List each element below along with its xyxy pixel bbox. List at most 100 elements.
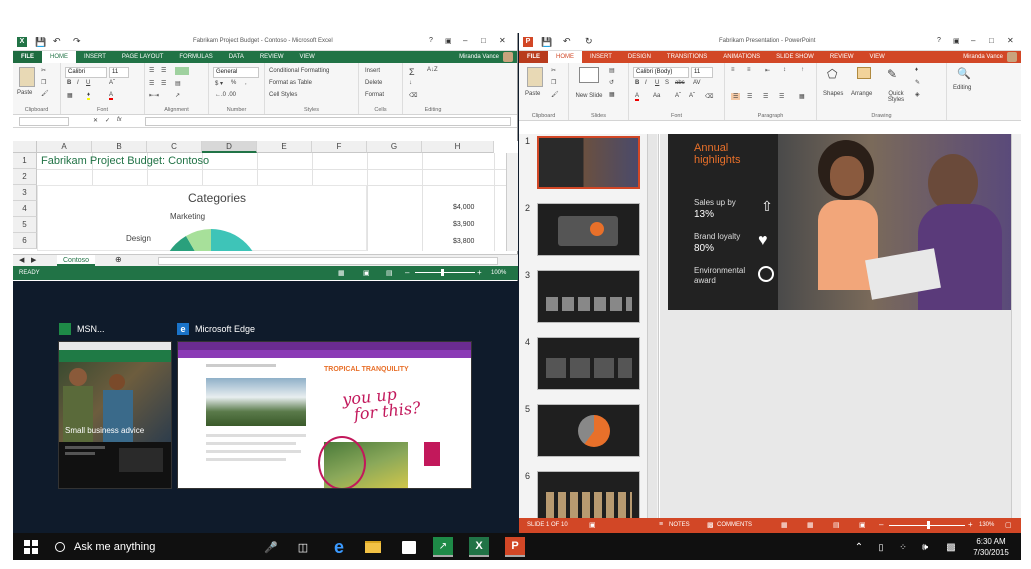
align-right-icon[interactable]: ☰ [763, 93, 768, 100]
cell-h-value[interactable]: $3,800 [453, 238, 474, 245]
pie-chart[interactable] [156, 224, 266, 251]
zoom-slider-thumb[interactable] [441, 269, 444, 276]
indent-icon[interactable]: ⇤ [765, 67, 770, 74]
file-explorer-icon[interactable] [363, 537, 383, 557]
tab-animations[interactable]: ANIMATIONS [715, 51, 768, 63]
save-icon[interactable]: 💾 [541, 37, 552, 48]
horizontal-scrollbar[interactable] [158, 257, 498, 265]
font-name-select[interactable]: Calibri [65, 67, 107, 78]
column-header[interactable]: F [312, 141, 367, 153]
format-cells-button[interactable]: Format [365, 92, 384, 98]
wifi-icon[interactable]: ⁘ [893, 537, 913, 557]
msn-window-label[interactable]: MSN... [59, 323, 105, 335]
font-name-select[interactable]: Calibri (Body) [633, 67, 689, 78]
row-header[interactable]: 4 [13, 201, 37, 217]
conditional-formatting-button[interactable]: Conditional Formatting [269, 68, 329, 74]
minimize-button[interactable]: – [463, 36, 467, 45]
format-painter-icon[interactable]: 🖌 [551, 91, 559, 98]
quick-styles-icon[interactable]: ✎ [887, 67, 897, 81]
sheet-nav-right-icon[interactable]: ▶ [31, 256, 36, 264]
paste-icon[interactable] [19, 67, 35, 87]
tab-formulas[interactable]: FORMULAS [171, 51, 220, 63]
embedded-chart[interactable]: Categories Marketing Design [37, 185, 367, 251]
align-top-icon[interactable]: ☰ [149, 67, 154, 74]
column-header[interactable]: E [257, 141, 312, 153]
find-icon[interactable]: 🔍 [957, 67, 971, 80]
text-direction-icon[interactable]: ↑ [801, 67, 804, 73]
main-slide[interactable]: Annual highlights Sales up by 13% ⇧ Bran… [668, 134, 1011, 310]
columns-icon[interactable]: ▦ [799, 93, 805, 100]
layout-icon[interactable]: ▤ [609, 67, 615, 74]
percent-icon[interactable]: % [231, 80, 236, 86]
decimal-icon[interactable]: ←.0 .00 [215, 92, 236, 98]
select-all-corner[interactable] [13, 141, 37, 153]
vertical-scrollbar[interactable] [506, 153, 518, 251]
bold-icon[interactable]: B [67, 80, 71, 86]
slide-scrollbar[interactable] [1011, 134, 1021, 518]
ribbon-display-icon[interactable]: ▣ [445, 37, 452, 45]
cell-a1-title[interactable]: Fabrikam Project Budget: Contoso [41, 155, 209, 167]
numbering-icon[interactable]: ≡ [747, 67, 751, 73]
close-button[interactable]: ✕ [499, 36, 506, 45]
fill-icon[interactable]: ↓ [409, 80, 412, 86]
align-center-icon[interactable]: ☰ [747, 93, 752, 100]
tab-data[interactable]: DATA [221, 51, 252, 63]
font-color-icon[interactable]: A [109, 92, 114, 100]
strikethrough-icon[interactable]: abc [675, 80, 685, 86]
reset-icon[interactable]: ↺ [609, 79, 614, 86]
user-avatar[interactable] [503, 52, 513, 62]
italic-icon[interactable]: I [645, 80, 647, 86]
maximize-button[interactable]: □ [989, 36, 994, 45]
task-view-icon[interactable]: ◫ [293, 537, 313, 557]
normal-view-icon[interactable]: ▦ [338, 269, 345, 277]
align-middle-icon[interactable]: ☰ [161, 67, 166, 74]
tab-slide-show[interactable]: SLIDE SHOW [768, 51, 822, 63]
stat1-label[interactable]: Sales up by [694, 198, 736, 207]
cut-icon[interactable]: ✂ [551, 67, 556, 74]
msn-caption[interactable]: Small business advice [65, 426, 144, 435]
tab-review[interactable]: REVIEW [822, 51, 862, 63]
save-icon[interactable]: 💾 [35, 37, 46, 48]
new-slide-button[interactable]: New Slide [575, 93, 603, 99]
notes-button[interactable]: NOTES [669, 522, 690, 528]
currency-icon[interactable]: $ ▾ [215, 80, 223, 87]
name-box[interactable] [19, 117, 69, 126]
clear-icon[interactable]: ⌫ [409, 92, 417, 99]
change-case-icon[interactable]: Aa [653, 93, 660, 99]
char-spacing-icon[interactable]: AV [693, 80, 701, 86]
tab-page-layout[interactable]: PAGE LAYOUT [114, 51, 171, 63]
copy-icon[interactable]: ❐ [41, 79, 46, 86]
msn-money-taskbar-icon[interactable]: ↗ [433, 537, 453, 557]
grow-font-icon[interactable]: Aˆ [675, 93, 681, 99]
tab-file[interactable]: FILE [519, 51, 548, 63]
help-icon[interactable]: ? [429, 37, 433, 44]
arrange-button[interactable]: Arrange [851, 91, 872, 97]
stat1-value[interactable]: 13% [694, 209, 714, 220]
sheet-nav-left-icon[interactable]: ◀ [19, 256, 24, 264]
tab-insert[interactable]: INSERT [76, 51, 114, 63]
page-break-view-icon[interactable]: ▤ [386, 269, 393, 277]
font-size-select[interactable]: 11 [691, 67, 713, 78]
tab-file[interactable]: FILE [13, 51, 42, 63]
zoom-slider-thumb[interactable] [927, 521, 930, 529]
edge-window-label[interactable]: e Microsoft Edge [177, 323, 255, 335]
undo-icon[interactable]: ↶ [563, 36, 571, 47]
justify-icon[interactable]: ☰ [779, 93, 784, 100]
microphone-icon[interactable]: 🎤 [261, 537, 281, 557]
reading-view-icon[interactable]: ▤ [833, 521, 840, 529]
close-button[interactable]: ✕ [1007, 36, 1014, 45]
underline-icon[interactable]: U [655, 80, 659, 86]
sort-filter-icon[interactable]: A↓Z [427, 67, 438, 73]
stat2-value[interactable]: 80% [694, 243, 714, 254]
copy-icon[interactable]: ❐ [551, 79, 556, 86]
slide-thumbnail-2[interactable] [537, 203, 640, 256]
delete-cells-button[interactable]: Delete [365, 80, 382, 86]
chevron-up-icon[interactable]: ⌃ [849, 537, 869, 557]
insert-cells-button[interactable]: Insert [365, 68, 380, 74]
indent-icon[interactable]: ⇤⇥ [149, 92, 159, 99]
slide-sorter-icon[interactable]: ▦ [807, 521, 814, 529]
slide-heading-1[interactable]: Annual [694, 142, 728, 154]
shadow-icon[interactable]: S [665, 80, 669, 86]
user-name[interactable]: Miranda Vance [451, 51, 503, 63]
slide-thumbnail-3[interactable] [537, 270, 640, 323]
